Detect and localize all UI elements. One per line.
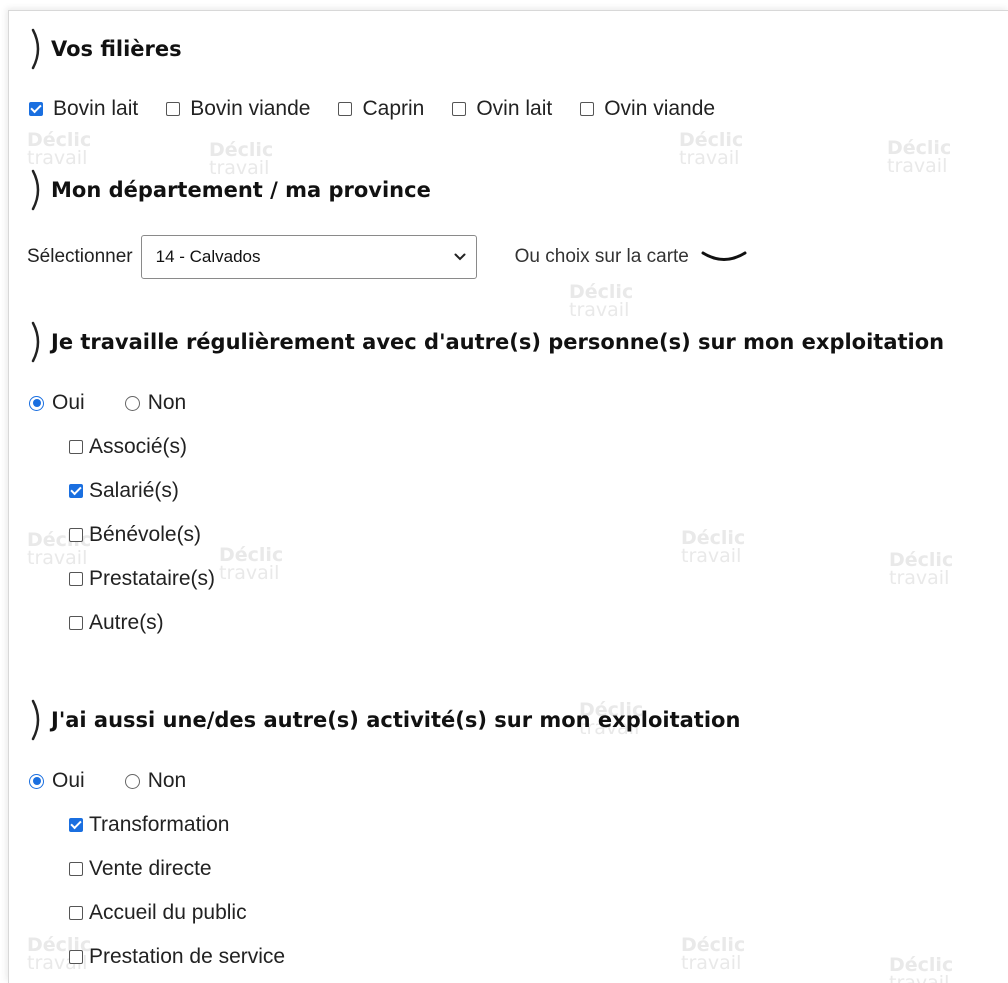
watermark: Déclic travail <box>887 137 952 177</box>
checkbox-box[interactable] <box>452 102 467 116</box>
checkbox-prestataires[interactable]: Prestataire(s) <box>69 567 215 591</box>
checkbox-vente-directe[interactable]: Vente directe <box>69 857 212 881</box>
section-title-departement: Mon département / ma province <box>29 169 431 211</box>
checkbox-label: Caprin <box>362 97 425 120</box>
radio-button[interactable] <box>29 773 44 789</box>
checkbox-label: Ovin lait <box>476 97 553 120</box>
checkbox-label: Prestation de service <box>89 945 286 968</box>
select-value: 14 - Calvados <box>155 247 261 266</box>
checkbox-label: Transformation <box>89 813 230 836</box>
departement-select[interactable]: 14 - Calvados <box>140 235 477 279</box>
checkbox-prestation-service[interactable]: Prestation de service <box>69 945 285 969</box>
checkbox-box[interactable] <box>69 440 83 454</box>
section-title-filieres: Vos filières <box>29 28 182 70</box>
chevron-down-icon[interactable] <box>701 250 747 264</box>
watermark: Déclic travail <box>679 129 744 169</box>
checkbox-box[interactable] <box>29 102 43 116</box>
activites-radio-group: Oui Non <box>29 769 214 793</box>
checkbox-label: Bénévole(s) <box>89 523 202 546</box>
map-link-text: Ou choix sur la carte <box>514 246 689 267</box>
radio-activites-non[interactable]: Non <box>124 769 187 793</box>
radio-travail-non[interactable]: Non <box>124 391 187 415</box>
chevron-right-icon <box>31 28 40 70</box>
radio-label: Oui <box>52 769 85 792</box>
checkbox-benevoles[interactable]: Bénévole(s) <box>69 523 201 547</box>
radio-activites-oui[interactable]: Oui <box>29 769 85 793</box>
section-title-text: Je travaille régulièrement avec d'autre(… <box>51 330 945 354</box>
departement-row: Sélectionner 14 - Calvados Ou choix sur … <box>27 235 747 279</box>
checkbox-bovin-lait[interactable]: Bovin lait <box>29 97 138 121</box>
form-panel: Déclic travail Déclic travail Déclic travai… <box>8 10 1008 983</box>
radio-travail-oui[interactable]: Oui <box>29 391 85 415</box>
radio-button[interactable] <box>29 395 44 411</box>
map-choice-link[interactable]: Ou choix sur la carte <box>515 246 747 268</box>
checkbox-ovin-lait[interactable]: Ovin lait <box>452 97 552 121</box>
chevron-down-icon <box>454 253 466 261</box>
checkbox-label: Accueil du public <box>89 901 247 924</box>
section-title-text: Vos filières <box>51 37 182 61</box>
checkbox-salaries[interactable]: Salarié(s) <box>69 479 179 503</box>
section-title-travail: Je travaille régulièrement avec d'autre(… <box>29 321 944 363</box>
section-title-text: Mon département / ma province <box>51 178 431 202</box>
checkbox-box[interactable] <box>69 484 83 498</box>
radio-label: Non <box>147 391 187 414</box>
watermark: Déclic travail <box>681 527 746 567</box>
checkbox-label: Bovin lait <box>53 97 139 120</box>
checkbox-autres[interactable]: Autre(s) <box>69 611 164 635</box>
radio-label: Non <box>147 769 187 792</box>
checkbox-box[interactable] <box>69 616 83 630</box>
chevron-right-icon <box>31 321 40 363</box>
checkbox-associes[interactable]: Associé(s) <box>69 435 187 459</box>
checkbox-box[interactable] <box>166 102 181 116</box>
watermark: Déclic travail <box>569 281 634 321</box>
chevron-right-icon <box>31 699 40 741</box>
watermark: Déclic travail <box>889 549 954 589</box>
checkbox-transformation[interactable]: Transformation <box>69 813 229 837</box>
watermark: Déclic travail <box>889 954 954 983</box>
checkbox-label: Bovin viande <box>190 97 311 120</box>
travail-radio-group: Oui Non <box>29 391 214 415</box>
checkbox-box[interactable] <box>338 102 353 116</box>
checkbox-label: Vente directe <box>89 857 212 880</box>
radio-label: Oui <box>52 391 85 414</box>
checkbox-box[interactable] <box>69 528 83 542</box>
watermark: Déclic travail <box>219 544 284 584</box>
checkbox-label: Autre(s) <box>89 611 164 634</box>
checkbox-box[interactable] <box>69 950 83 964</box>
checkbox-label: Prestataire(s) <box>89 567 216 590</box>
checkbox-box[interactable] <box>69 572 83 586</box>
checkbox-box[interactable] <box>69 862 83 876</box>
checkbox-box[interactable] <box>69 906 83 920</box>
checkbox-accueil-public[interactable]: Accueil du public <box>69 901 247 925</box>
watermark: Déclic travail <box>27 129 92 169</box>
select-label: Sélectionner <box>27 246 133 267</box>
radio-button[interactable] <box>124 395 140 411</box>
checkbox-caprin[interactable]: Caprin <box>338 97 424 121</box>
checkbox-label: Salarié(s) <box>89 479 179 502</box>
chevron-right-icon <box>31 169 40 211</box>
checkbox-ovin-viande[interactable]: Ovin viande <box>580 97 715 121</box>
filieres-options: Bovin lait Bovin viande Caprin Ovin lait… <box>29 97 743 121</box>
checkbox-bovin-viande[interactable]: Bovin viande <box>166 97 310 121</box>
checkbox-label: Associé(s) <box>89 435 188 458</box>
section-title-activites: J'ai aussi une/des autre(s) activité(s) … <box>29 699 740 741</box>
watermark: Déclic travail <box>681 934 746 974</box>
checkbox-box[interactable] <box>69 818 83 832</box>
checkbox-box[interactable] <box>580 102 595 116</box>
section-title-text: J'ai aussi une/des autre(s) activité(s) … <box>51 708 741 732</box>
radio-button[interactable] <box>124 773 140 789</box>
checkbox-label: Ovin viande <box>604 97 716 120</box>
